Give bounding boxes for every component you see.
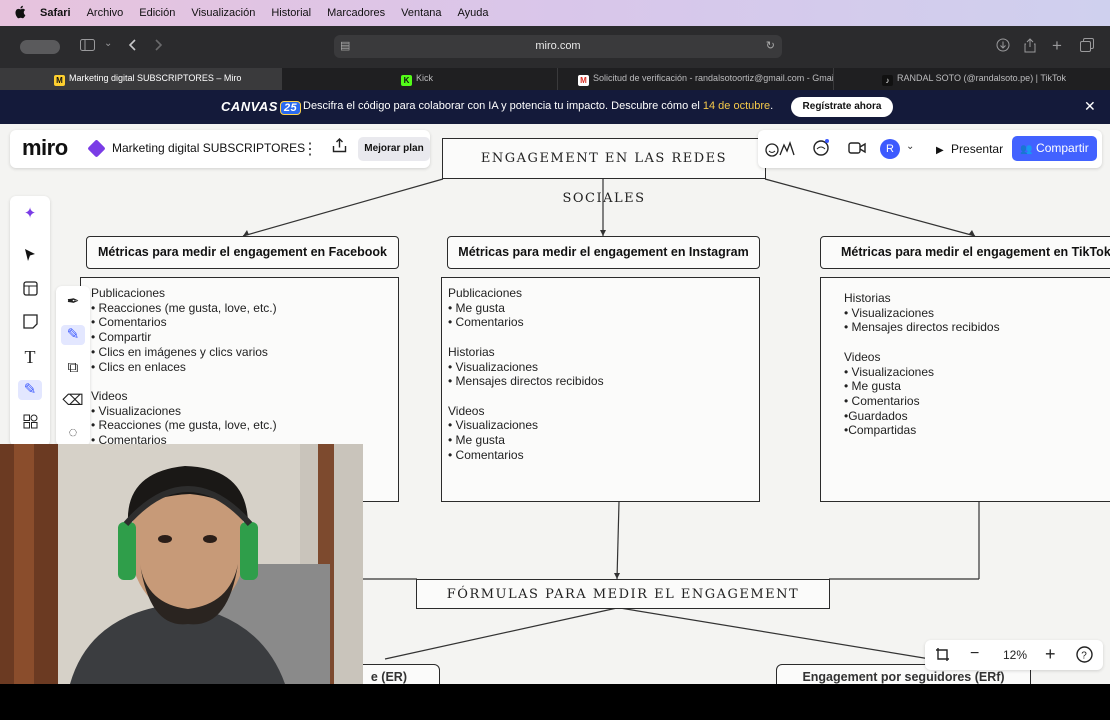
bottom-strip: [0, 684, 1110, 720]
sticky-note-icon[interactable]: [18, 314, 42, 335]
pen-tool-icon[interactable]: ✎: [18, 380, 42, 400]
text-tool-icon[interactable]: T: [18, 347, 42, 367]
tab-kick[interactable]: K Kick: [282, 68, 558, 90]
tab-label: RANDAL SOTO (@randalsoto.pe) | TikTok: [897, 73, 1067, 83]
menu-ventana[interactable]: Ventana: [401, 7, 441, 19]
tab-label: Kick: [416, 73, 434, 83]
webcam-overlay: [0, 444, 363, 684]
shapes-icon[interactable]: [18, 414, 42, 435]
board-name[interactable]: Marketing digital SUBSCRIPTORES: [112, 141, 305, 155]
reactions-icon[interactable]: [764, 139, 798, 164]
share-button[interactable]: 👥 Compartir: [1012, 136, 1097, 161]
sidebar-icon[interactable]: [80, 38, 95, 54]
tab-group-toggle[interactable]: [20, 40, 60, 54]
tab-label: Marketing digital SUBSCRIPTORES – Miro: [69, 73, 242, 83]
share-label: Compartir: [1036, 141, 1089, 155]
templates-icon[interactable]: [18, 281, 42, 302]
tab-bar: M Marketing digital SUBSCRIPTORES – Miro …: [0, 68, 1110, 90]
tab-gmail[interactable]: M Solicitud de verificación - randalsotoo…: [558, 68, 834, 90]
promo-banner: CANVAS 25 Descifra el código para colabor…: [0, 90, 1110, 124]
page-menu-icon[interactable]: ▤: [340, 35, 350, 58]
pen-subtoolbar: ✒ ✎ ⧉ ⌫ ◌: [56, 286, 90, 446]
chevron-down-icon[interactable]: ⌄: [906, 141, 914, 152]
share-icon[interactable]: [1024, 38, 1036, 56]
eraser-icon[interactable]: ⌫: [61, 391, 85, 411]
zoom-out-icon[interactable]: −: [970, 645, 979, 663]
miro-logo[interactable]: miro: [22, 135, 68, 161]
banner-text: Descifra el código para colaborar con IA…: [303, 100, 773, 112]
forward-icon[interactable]: [155, 38, 163, 54]
facebook-metrics-header[interactable]: Métricas para medir el engagement en Fac…: [86, 236, 399, 269]
formulas-title-box[interactable]: FÓRMULAS PARA MEDIR EL ENGAGEMENT: [416, 579, 830, 609]
present-label: Presentar: [951, 142, 1004, 156]
webcam-person-image: [0, 444, 363, 684]
help-icon[interactable]: ?: [1076, 646, 1093, 666]
tiktok-icon: ♪: [882, 75, 893, 86]
reload-icon[interactable]: ↻: [766, 35, 775, 58]
avatar[interactable]: R: [880, 139, 900, 159]
address-bar[interactable]: ▤ miro.com ↻: [334, 35, 782, 58]
browser-toolbar: ⌄ ▤ miro.com ↻ +: [0, 26, 1110, 68]
menu-ayuda[interactable]: Ayuda: [458, 7, 489, 19]
miro-board-header: miro Marketing digital SUBSCRIPTORES ⋮ M…: [10, 130, 430, 168]
board-icon: [87, 139, 106, 158]
smart-draw-icon[interactable]: ⧉: [61, 358, 85, 378]
menu-edicion[interactable]: Edición: [139, 7, 175, 19]
mac-menu-bar: Safari Archivo Edición Visualización His…: [0, 0, 1110, 26]
miro-toolbar: ✦ T ✎: [10, 196, 50, 446]
play-icon: ▶: [936, 145, 944, 156]
highlighter-icon[interactable]: ✎: [61, 325, 85, 345]
zoom-in-icon[interactable]: +: [1045, 644, 1056, 665]
tiktok-metrics-list[interactable]: Historias • Visualizaciones • Mensajes d…: [820, 277, 1110, 502]
menu-marcadores[interactable]: Marcadores: [327, 7, 385, 19]
tiktok-metrics-header[interactable]: Métricas para medir el engagement en Tik…: [820, 236, 1110, 269]
banner-text-main: Descifra el código para colaborar con IA…: [303, 100, 703, 112]
miro-collab-bar: R ⌄ ▶ Presentar 👥 Compartir: [758, 130, 1102, 168]
instagram-metrics-header[interactable]: Métricas para medir el engagement en Ins…: [447, 236, 760, 269]
svg-text:?: ?: [1081, 651, 1087, 662]
new-tab-icon[interactable]: +: [1052, 37, 1062, 54]
screen: Safari Archivo Edición Visualización His…: [0, 0, 1110, 720]
close-icon[interactable]: ✕: [1084, 98, 1096, 115]
menu-archivo[interactable]: Archivo: [87, 7, 124, 19]
banner-date: 14 de octubre: [702, 100, 771, 112]
canvas-logo: CANVAS 25: [221, 99, 302, 115]
chat-icon[interactable]: [812, 139, 830, 162]
canvas-logo-text: CANVAS: [221, 99, 278, 114]
zoom-level[interactable]: 12%: [1003, 648, 1027, 662]
menu-historial[interactable]: Historial: [271, 7, 311, 19]
miro-icon: M: [54, 75, 65, 86]
apple-icon[interactable]: [14, 5, 28, 22]
pen-icon[interactable]: ✒: [61, 292, 85, 312]
ai-sparkle-icon[interactable]: ✦: [18, 204, 42, 224]
gmail-icon: M: [578, 75, 589, 86]
present-button[interactable]: ▶ Presentar: [930, 137, 1006, 161]
tab-label: Solicitud de verificación - randalsotoor…: [593, 73, 834, 83]
users-icon: 👥: [1020, 144, 1033, 155]
video-call-icon[interactable]: [848, 141, 866, 160]
lasso-icon[interactable]: ◌: [61, 423, 85, 443]
main-title-box[interactable]: ENGAGEMENT EN LAS REDES SOCIALES: [442, 138, 766, 206]
register-button[interactable]: Regístrate ahora: [791, 97, 893, 117]
export-icon[interactable]: [332, 138, 347, 157]
canvas-badge: 25: [279, 101, 302, 115]
menu-visualizacion[interactable]: Visualización: [191, 7, 255, 19]
download-icon[interactable]: [996, 38, 1010, 55]
back-icon[interactable]: [128, 38, 136, 54]
kick-icon: K: [401, 75, 412, 86]
menu-app-safari[interactable]: Safari: [40, 7, 71, 19]
banner-text-end: .: [770, 100, 774, 112]
upgrade-plan-button[interactable]: Mejorar plan: [358, 137, 430, 161]
more-options-icon[interactable]: ⋮: [302, 139, 318, 159]
chevron-down-icon[interactable]: ⌄: [104, 36, 112, 52]
tab-overview-icon[interactable]: [1080, 38, 1094, 55]
tab-tiktok[interactable]: ♪ RANDAL SOTO (@randalsoto.pe) | TikTok: [834, 68, 1110, 90]
url-text: miro.com: [535, 40, 581, 52]
fit-screen-icon[interactable]: [935, 647, 950, 665]
tab-miro[interactable]: M Marketing digital SUBSCRIPTORES – Miro: [0, 68, 282, 90]
instagram-metrics-list[interactable]: Publicaciones • Me gusta • Comentarios H…: [441, 277, 760, 502]
select-cursor-icon[interactable]: [18, 248, 42, 268]
zoom-controls: − 12% + ?: [925, 640, 1103, 670]
